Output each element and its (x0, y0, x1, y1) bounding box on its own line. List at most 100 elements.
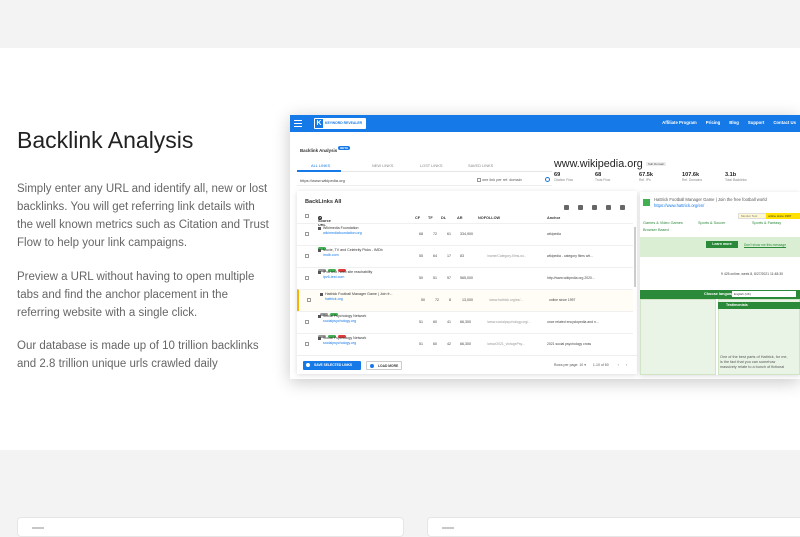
one-link-checkbox[interactable] (477, 178, 481, 182)
save-selected-button[interactable]: SAVE SELECTED LINKS (303, 361, 361, 370)
row-title: Social Psychology Network (323, 336, 367, 340)
nav-pricing[interactable]: Pricing (706, 120, 721, 125)
domain-heading: www.wikipedia.org Sub Domain (554, 158, 667, 170)
row-cf: 50 (419, 276, 423, 280)
download-icon[interactable] (578, 205, 583, 210)
brand-logo[interactable]: K KEYWORD REVEALER (314, 118, 366, 129)
metric-ref-domains: 107.6k Ref. Domains (682, 172, 702, 182)
search-icon[interactable] (564, 205, 569, 210)
language-bar: Choose language English (UK) (640, 290, 800, 299)
row-anchor: once related encyclopedia and n... (547, 320, 599, 324)
category-browser[interactable]: Browser Based (643, 228, 669, 232)
top-band (0, 0, 800, 48)
row-ar: 565,000 (460, 276, 473, 280)
row-ar: 66,300 (460, 342, 471, 346)
table-scrollbar[interactable] (634, 227, 636, 287)
filter-icon[interactable] (620, 205, 625, 210)
row-link[interactable]: ipv6-test.com (323, 275, 344, 279)
table-row[interactable]: Social Psychology Network socialpsycholo… (297, 311, 633, 338)
nav-affiliate[interactable]: Affiliate Program (662, 120, 697, 125)
url-input[interactable]: https://www.wikipedia.org (300, 178, 345, 183)
card-icon (32, 527, 44, 529)
row-ar: 13,000 (462, 298, 473, 302)
favicon-icon (318, 227, 321, 230)
columns-icon[interactable] (606, 205, 611, 210)
domain-name: www.wikipedia.org (554, 158, 643, 170)
table-row[interactable]: Movie, TV and Celebrity Picks - IMDb imd… (297, 245, 633, 272)
preview-url[interactable]: https://www.hattrick.org/en/ (654, 203, 704, 208)
col-dl[interactable]: DL (441, 216, 446, 220)
tab-lost-links[interactable]: LOST LINKS (420, 163, 442, 168)
favicon-icon (318, 315, 321, 318)
tab-saved-links[interactable]: SAVED LINKS (468, 163, 493, 168)
search-icon[interactable] (545, 177, 550, 182)
logo-text: KEYWORD REVEALER (325, 121, 363, 125)
language-select[interactable]: English (UK) (732, 291, 796, 297)
dismiss-link[interactable]: Don't show me this message (744, 243, 786, 247)
table-row[interactable]: Wikimedia Foundation wikimediafoundation… (297, 223, 633, 250)
one-link-option[interactable]: one link per ref. domain (477, 178, 522, 182)
table-row-highlighted[interactable]: Hattrick Football Manager Game | Join fr… (297, 289, 633, 316)
section-title: Backlink Analysis (17, 127, 194, 153)
row-dl: 61 (447, 232, 451, 236)
category-fantasy[interactable]: Sports & Fantasy (752, 221, 781, 225)
metric-total-backlinks: 3.1b Total Backlinks (725, 172, 747, 182)
row-tf: 60 (433, 342, 437, 346)
row-title: Hattrick Football Manager Game | Join fr… (325, 292, 393, 296)
nav-contact[interactable]: Contact Us (773, 120, 796, 125)
page-heading-text: Backlink Analysis (300, 148, 338, 153)
category-soccer[interactable]: Sports & Soccer (698, 221, 725, 225)
row-dl: 42 (447, 342, 451, 346)
row-checkbox[interactable] (307, 298, 311, 302)
row-link[interactable]: imdb.com (323, 253, 339, 257)
prev-page-icon[interactable]: ‹ (618, 363, 619, 367)
col-tf[interactable]: TF (428, 216, 433, 220)
feature-card (427, 517, 800, 537)
row-checkbox[interactable] (305, 232, 309, 236)
print-icon[interactable] (592, 205, 597, 210)
learn-more-button[interactable]: Learn more (706, 241, 738, 248)
menu-icon[interactable] (294, 120, 302, 127)
row-link[interactable]: hattrick.org (325, 297, 343, 301)
col-cf[interactable]: CF (415, 216, 420, 220)
row-link[interactable]: socialpsychology.org (323, 319, 356, 323)
row-tf: 72 (435, 298, 439, 302)
tab-all-links[interactable]: ALL LINKS (311, 163, 330, 168)
select-all-checkbox[interactable] (305, 214, 309, 218)
col-anchor[interactable]: Anchor (547, 216, 560, 220)
row-link[interactable]: socialpsychology.org (323, 341, 356, 345)
active-tab-indicator (297, 170, 341, 172)
row-checkbox[interactable] (305, 320, 309, 324)
preview-title: Hattrick Football Manager Game | Join th… (654, 197, 767, 202)
row-title: Social Psychology Network (323, 314, 367, 318)
row-anchor: wikipedia (547, 232, 561, 236)
row-tf: 60 (433, 320, 437, 324)
tab-new-links[interactable]: NEW LINKS (372, 163, 393, 168)
preview-categories: Games & Video Games Sports & Soccer Spor… (640, 221, 800, 235)
panel-title: BackLinks All (305, 199, 342, 205)
table-row[interactable]: iPv6 test - web site reachability ipv6-t… (297, 267, 633, 294)
row-checkbox[interactable] (305, 276, 309, 280)
panel-footer: SAVE SELECTED LINKS LOAD MORE Rows per p… (297, 355, 637, 374)
row-cf: 55 (419, 254, 423, 258)
one-link-label: one link per ref. domain (482, 178, 522, 182)
next-page-icon[interactable]: › (626, 363, 627, 367)
load-more-button[interactable]: LOAD MORE (366, 361, 402, 370)
row-checkbox[interactable] (305, 342, 309, 346)
language-label: Choose language (704, 292, 736, 296)
table-header: Source URL ? CF TF DL AR NOFOLLOW Anchor (297, 213, 637, 227)
category-games[interactable]: Games & Video Games (643, 221, 683, 225)
row-link[interactable]: wikimediafoundation.org (323, 231, 362, 235)
table-row[interactable]: Social Psychology Network socialpsycholo… (297, 333, 633, 351)
row-checkbox[interactable] (305, 254, 309, 258)
row-ar: 334,900 (460, 232, 473, 236)
site-favicon-icon (643, 199, 650, 206)
rows-per-page-select[interactable]: 10 (579, 363, 583, 367)
nav-support[interactable]: Support (748, 120, 764, 125)
favicon-icon (318, 249, 321, 252)
col-ar[interactable]: AR (457, 216, 462, 220)
nav-blog[interactable]: Blog (729, 120, 739, 125)
col-nofollow[interactable]: NOFOLLOW (478, 216, 500, 220)
row-title: Wikimedia Foundation (323, 226, 359, 230)
paragraph-intro: Simply enter any URL and identify all, n… (17, 183, 269, 249)
